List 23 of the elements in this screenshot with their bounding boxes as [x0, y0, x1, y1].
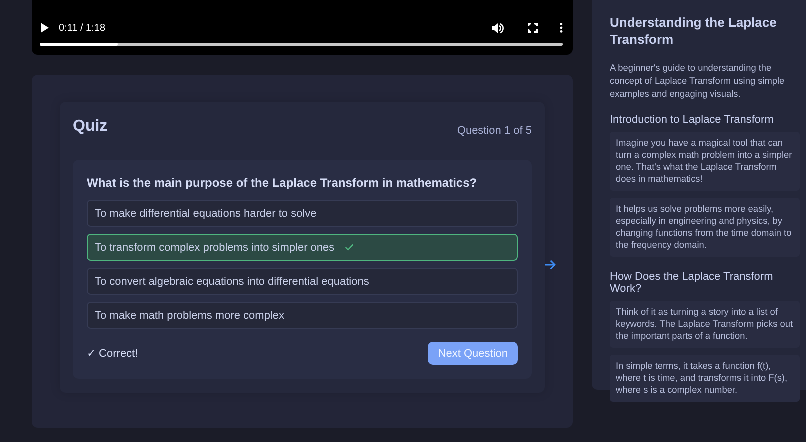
section-heading: How Does the Laplace Transform Work? [610, 271, 774, 295]
answer-option[interactable]: To make differential equations harder to solve [87, 200, 518, 227]
fullscreen-icon[interactable] [528, 23, 538, 33]
lesson-description: A beginner's guide to understanding the concept of Laplace Transform using simple examples and engaging visuals. [610, 62, 786, 101]
answer-option[interactable]: To convert algebraic equations into differential equations [87, 268, 518, 295]
paragraph-card: Imagine you have a magical tool that can turn a complex math problem into a simpler one. That's what the Laplace Transform does in mathematics! [610, 132, 800, 191]
play-icon[interactable] [40, 23, 49, 33]
volume-icon[interactable] [492, 22, 504, 34]
quiz-title: Quiz [73, 118, 108, 136]
answer-option[interactable]: To make math problems more complex [87, 302, 518, 329]
checkmark-icon [344, 244, 354, 251]
section-heading: Introduction to Laplace Transform [610, 114, 775, 126]
next-arrow-icon[interactable] [545, 260, 556, 270]
lesson-title: Understanding the Laplace Transform [610, 14, 778, 48]
paragraph-card: Think of it as turning a story into a list of keywords. The Laplace Transform picks out the important parts of a function. [610, 301, 800, 348]
question-counter: Question 1 of 5 [457, 125, 532, 137]
feedback-text: ✓ Correct! [87, 347, 138, 360]
more-options-icon[interactable] [560, 23, 563, 33]
answer-option[interactable]: To transform complex problems into simpler ones [87, 234, 518, 261]
video-time: 0:11 / 1:18 [59, 22, 106, 34]
paragraph-card: It helps us solve problems more easily, especially in engineering and physics, by changing functions from the time domain to the frequency domain. [610, 198, 800, 257]
question-text: What is the main purpose of the Laplace Transform in mathematics? [87, 176, 478, 190]
paragraph-card: In simple terms, it takes a function f(t), where t is time, and transforms it into F(s), where s is a complex number. [610, 355, 800, 402]
